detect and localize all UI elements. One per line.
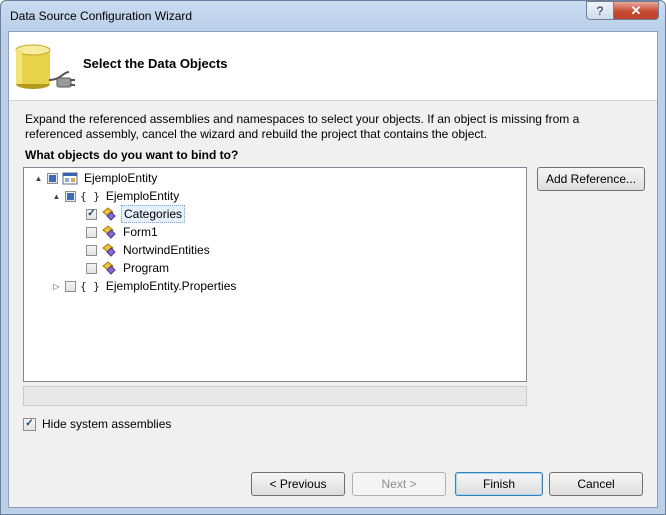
finish-button[interactable]: Finish [455,472,543,496]
tree-node-label[interactable]: Form1 [121,224,160,240]
cancel-button[interactable]: Cancel [549,472,643,496]
namespace-icon: { } [80,279,100,293]
database-plug-icon [15,44,75,89]
hide-system-assemblies-option[interactable]: Hide system assemblies [23,417,171,431]
assembly-icon [62,172,78,185]
namespace-icon: { } [80,189,100,203]
object-tree[interactable]: ▲ EjemploEntity ▲ { } EjemploEntity ✓ Ca… [23,167,527,382]
tree-node-label[interactable]: Categories [121,205,186,223]
tree-checkbox[interactable] [86,208,97,220]
expand-arrow-icon[interactable]: ▷ [52,282,61,291]
tree-node-class[interactable]: Program [86,259,171,277]
tree-checkbox[interactable] [86,262,97,274]
wizard-body: Select the Data Objects Expand the refer… [8,31,658,508]
tree-checkbox[interactable] [47,172,58,184]
previous-button[interactable]: < Previous [251,472,345,496]
tree-node-label[interactable]: EjemploEntity [104,188,181,204]
tree-checkbox[interactable] [86,244,97,256]
instructions-text: Expand the referenced assemblies and nam… [25,112,580,141]
tree-node-assembly[interactable]: ▲ EjemploEntity [34,169,159,187]
collapse-arrow-icon[interactable]: ▲ [34,174,43,183]
tree-checkbox[interactable] [65,190,76,202]
tree-checkbox[interactable] [86,226,97,238]
wizard-window: Data Source Configuration Wizard ? ✕ Sel… [0,0,666,515]
tree-node-class[interactable]: Form1 [86,223,160,241]
help-icon: ? [596,3,604,18]
add-reference-button[interactable]: Add Reference... [537,167,645,191]
tree-node-label[interactable]: EjemploEntity.Properties [104,278,239,294]
tree-node-class[interactable]: NortwindEntities [86,241,212,259]
collapse-arrow-icon[interactable]: ▲ [52,192,61,201]
tree-node-namespace[interactable]: ▷ { } EjemploEntity.Properties [52,277,238,295]
tree-node-label[interactable]: Program [121,260,171,276]
tree-node-namespace[interactable]: ▲ { } EjemploEntity [52,187,181,205]
hide-system-assemblies-label[interactable]: Hide system assemblies [42,417,171,431]
tree-node-label[interactable]: NortwindEntities [121,242,212,258]
next-button[interactable]: Next > [352,472,446,496]
title-bar[interactable]: Data Source Configuration Wizard ? ✕ [1,1,665,31]
hide-system-assemblies-checkbox[interactable] [23,417,36,431]
wizard-header: Select the Data Objects [9,32,657,101]
help-button[interactable]: ? [586,1,614,20]
window-title: Data Source Configuration Wizard [10,9,193,23]
horizontal-scrollbar[interactable] [23,386,527,406]
tree-node-label[interactable]: EjemploEntity [82,170,159,186]
close-icon: ✕ [630,2,642,18]
page-title: Select the Data Objects [83,56,228,71]
close-button[interactable]: ✕ [613,1,659,20]
class-icon [102,243,116,257]
class-icon [102,261,116,275]
tree-checkbox[interactable] [65,280,76,292]
tree-node-class[interactable]: Categories [86,205,186,223]
tree-prompt-label: What objects do you want to bind to? [25,148,239,162]
class-icon [102,207,116,221]
class-icon [102,225,116,239]
